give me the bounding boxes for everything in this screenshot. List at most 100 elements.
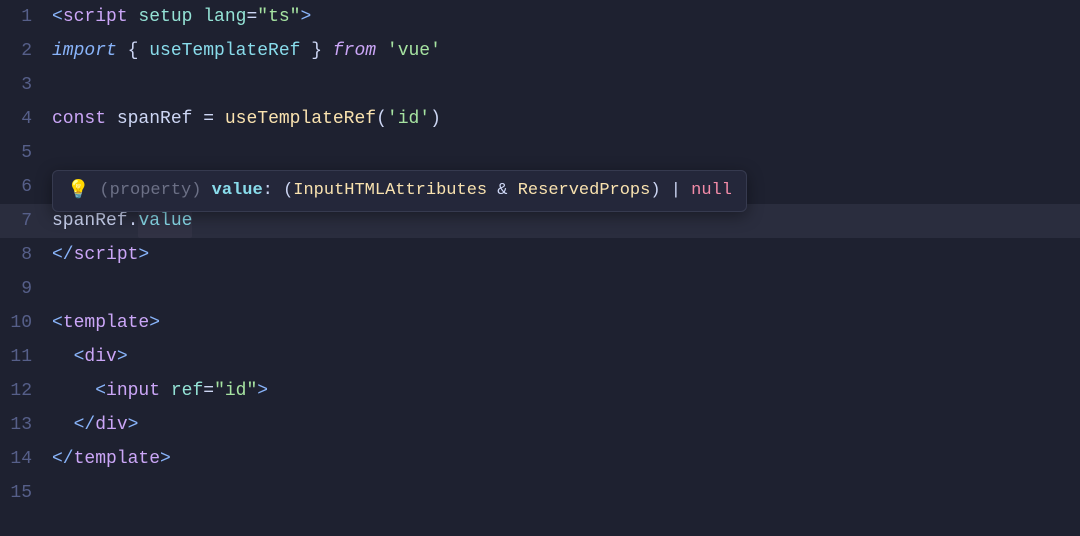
line-number-8: 8: [0, 238, 52, 272]
line-1: 1 <script setup lang="ts">: [0, 0, 1080, 34]
line-content-2: import { useTemplateRef } from 'vue': [52, 34, 441, 68]
token: useTemplateRef: [225, 102, 376, 136]
token: (property): [99, 181, 211, 200]
line-6: 6 💡 (property) value: (InputHTMLAttribut…: [0, 170, 1080, 204]
token: [52, 374, 95, 408]
line-number-13: 13: [0, 408, 52, 442]
token: div: [95, 408, 127, 442]
token: ): [430, 102, 441, 136]
token: InputHTMLAttributes: [293, 181, 487, 200]
token: </: [74, 408, 96, 442]
token: >: [257, 374, 268, 408]
token: <: [95, 374, 106, 408]
token: div: [84, 340, 116, 374]
line-13: 13 </div>: [0, 408, 1080, 442]
token: 'id': [387, 102, 430, 136]
line-content-8: </script>: [52, 238, 149, 272]
token: ReservedProps: [518, 181, 651, 200]
line-number-6: 6: [0, 170, 52, 204]
code-editor: 1 <script setup lang="ts"> 2 import { us…: [0, 0, 1080, 536]
token: script: [63, 0, 128, 34]
token: template: [63, 306, 149, 340]
token: null: [691, 181, 732, 200]
token: const: [52, 102, 106, 136]
token: =: [203, 374, 214, 408]
line-2: 2 import { useTemplateRef } from 'vue': [0, 34, 1080, 68]
line-content-9: [52, 272, 63, 306]
line-content-10: <template>: [52, 306, 160, 340]
token: import: [52, 34, 117, 68]
line-content-4: const spanRef = useTemplateRef('id'): [52, 102, 441, 136]
token: "id": [214, 374, 257, 408]
line-content-15: [52, 476, 63, 510]
token: >: [300, 0, 311, 34]
line-4: 4 const spanRef = useTemplateRef('id'): [0, 102, 1080, 136]
token: input: [106, 374, 160, 408]
token: [52, 340, 74, 374]
line-14: 14 </template>: [0, 442, 1080, 476]
line-5: 5: [0, 136, 1080, 170]
line-number-2: 2: [0, 34, 52, 68]
token: </: [52, 442, 74, 476]
token: [376, 34, 387, 68]
token: from: [333, 34, 376, 68]
token: {: [117, 34, 149, 68]
token: "ts": [257, 0, 300, 34]
token: lang: [192, 0, 246, 34]
line-content-1: <script setup lang="ts">: [52, 0, 311, 34]
line-number-3: 3: [0, 68, 52, 102]
token: (: [283, 181, 293, 200]
token: :: [263, 181, 283, 200]
line-number-4: 4: [0, 102, 52, 136]
line-content-12: <input ref="id">: [52, 374, 268, 408]
token: >: [149, 306, 160, 340]
line-content-3: [52, 68, 63, 102]
token: </: [52, 238, 74, 272]
line-number-10: 10: [0, 306, 52, 340]
line-10: 10 <template>: [0, 306, 1080, 340]
token: template: [74, 442, 160, 476]
token: [52, 408, 74, 442]
token: >: [138, 238, 149, 272]
line-number-14: 14: [0, 442, 52, 476]
token: >: [160, 442, 171, 476]
token: &: [487, 181, 518, 200]
token: setup: [128, 0, 193, 34]
token: <: [52, 306, 63, 340]
line-number-15: 15: [0, 476, 52, 510]
token: spanRef: [106, 102, 203, 136]
token: =: [246, 0, 257, 34]
token: }: [300, 34, 332, 68]
line-11: 11 <div>: [0, 340, 1080, 374]
token: =: [203, 102, 214, 136]
token: useTemplateRef: [149, 34, 300, 68]
line-number-7: 7: [0, 204, 52, 238]
line-number-1: 1: [0, 0, 52, 34]
line-number-9: 9: [0, 272, 52, 306]
line-3: 3: [0, 68, 1080, 102]
line-8: 8 </script>: [0, 238, 1080, 272]
line-12: 12 <input ref="id">: [0, 374, 1080, 408]
line-number-12: 12: [0, 374, 52, 408]
token: >: [128, 408, 139, 442]
token: ): [650, 181, 660, 200]
line-number-11: 11: [0, 340, 52, 374]
token: <: [52, 0, 63, 34]
token: script: [74, 238, 139, 272]
intellisense-tooltip: 💡 (property) value: (InputHTMLAttributes…: [52, 170, 747, 212]
token: [214, 102, 225, 136]
token: (: [376, 102, 387, 136]
line-content-11: <div>: [52, 340, 128, 374]
line-content-14: </template>: [52, 442, 171, 476]
token: ref: [160, 374, 203, 408]
line-15: 15: [0, 476, 1080, 510]
token: value: [212, 181, 263, 200]
line-9: 9: [0, 272, 1080, 306]
token: 'vue': [387, 34, 441, 68]
token: <: [74, 340, 85, 374]
lightbulb-icon: 💡: [67, 177, 89, 205]
token: >: [117, 340, 128, 374]
line-content-13: </div>: [52, 408, 138, 442]
token: |: [661, 181, 692, 200]
line-content-5: [52, 136, 63, 170]
